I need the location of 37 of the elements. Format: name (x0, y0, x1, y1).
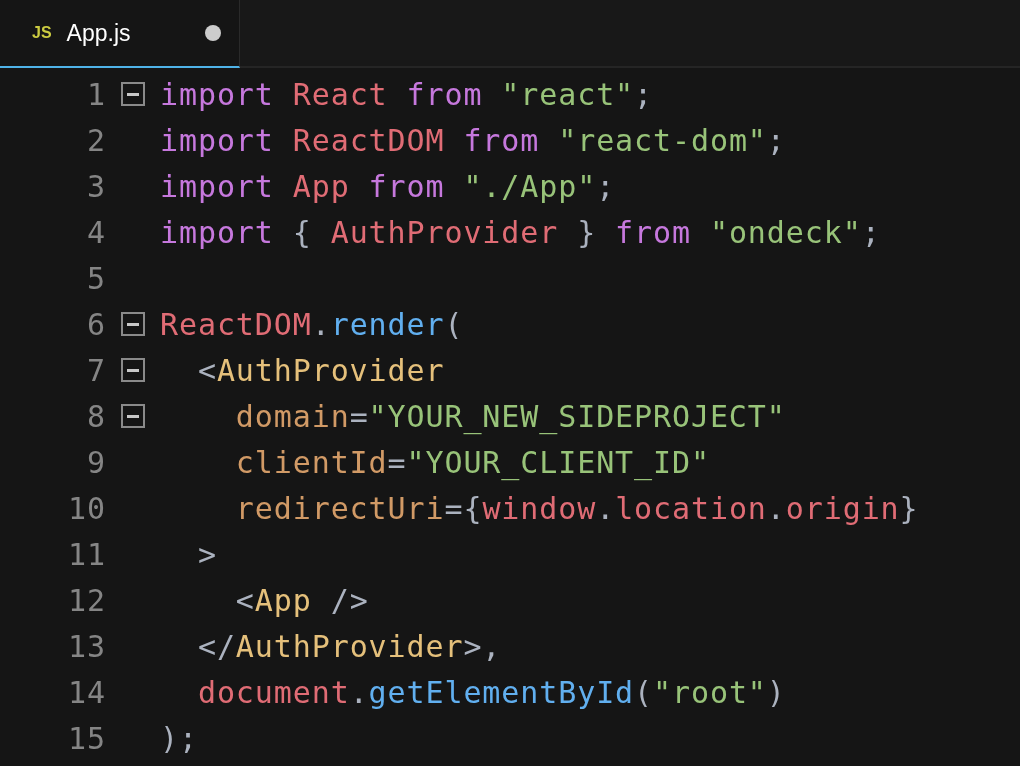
code-line: redirectUri={window.location.origin} (234, 490, 919, 526)
line-number: 5 (86, 260, 106, 296)
line-number: 11 (67, 536, 106, 572)
code-line: <App /> (234, 582, 369, 618)
code-line: ReactDOM.render( (160, 306, 464, 342)
code-line: document.getElementById("root") (196, 674, 786, 710)
collapse-icon[interactable] (121, 358, 145, 382)
line-number: 10 (67, 490, 106, 526)
code-line: <AuthProvider (196, 352, 445, 388)
file-type-icon: JS (32, 24, 52, 42)
line-number: 13 (67, 628, 106, 664)
line-number: 6 (86, 306, 106, 342)
editor-tab[interactable]: JS App.js (0, 0, 240, 68)
line-number: 2 (86, 122, 106, 158)
line-number: 9 (86, 444, 106, 480)
line-number: 15 (67, 720, 106, 756)
line-number: 4 (86, 214, 106, 250)
code-line: domain="YOUR_NEW_SIDEPROJECT" (234, 398, 786, 434)
code-line: import App from "./App"; (160, 168, 616, 204)
collapse-icon[interactable] (121, 312, 145, 336)
unsaved-dot-icon[interactable] (205, 25, 221, 41)
line-number: 3 (86, 168, 106, 204)
code-line: </AuthProvider>, (196, 628, 502, 664)
code-line: import ReactDOM from "react-dom"; (160, 122, 786, 158)
code-line: ); (160, 720, 198, 756)
code-line: import React from "react"; (160, 76, 654, 112)
line-number: 14 (67, 674, 106, 710)
line-number: 7 (86, 352, 106, 388)
line-number: 12 (67, 582, 106, 618)
line-number: 1 (86, 76, 106, 112)
collapse-icon[interactable] (121, 82, 145, 106)
code-line: clientId="YOUR_CLIENT_ID" (234, 444, 710, 480)
collapse-icon[interactable] (121, 404, 145, 428)
line-number: 8 (86, 398, 106, 434)
code-line: import { AuthProvider } from "ondeck"; (160, 214, 881, 250)
code-line: > (196, 536, 217, 572)
tab-label: App.js (66, 19, 131, 47)
